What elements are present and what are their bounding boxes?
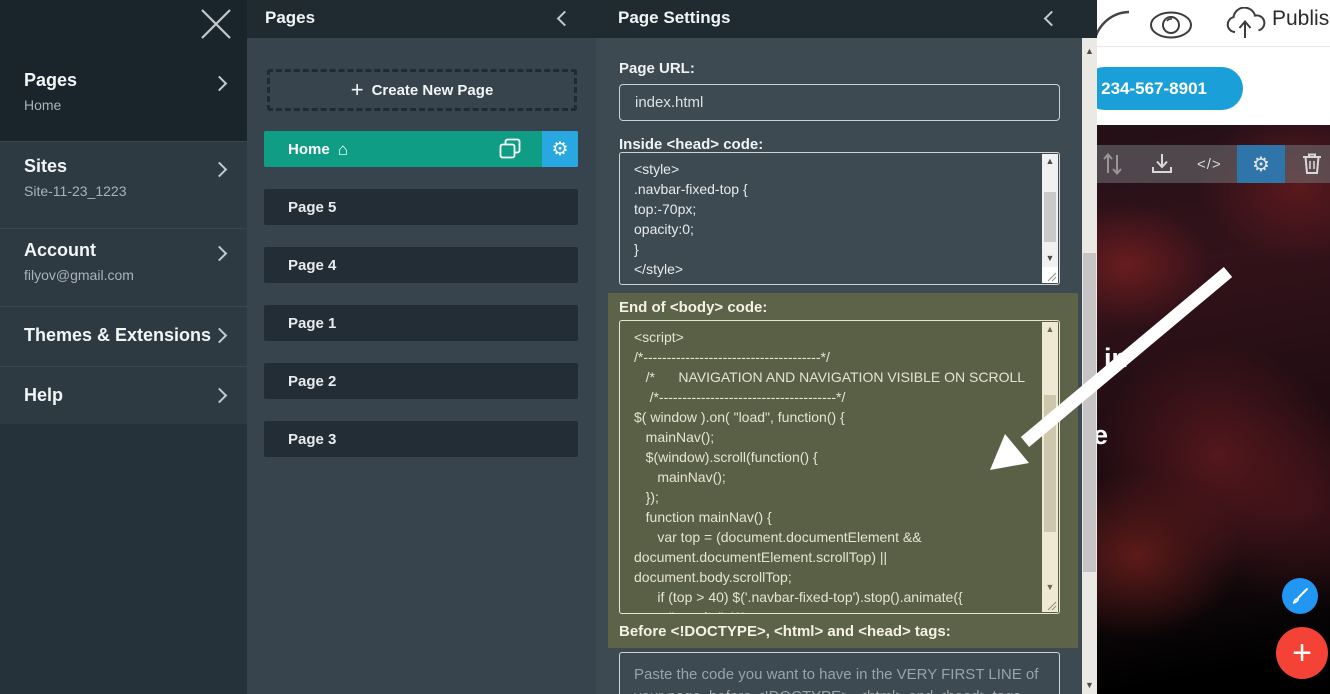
page-row[interactable]: Page 5 — [264, 189, 578, 225]
page-url-value: index.html — [635, 94, 703, 111]
divider — [0, 306, 247, 307]
page-row[interactable]: Page 3 — [264, 421, 578, 457]
divider — [0, 366, 247, 367]
add-block-button[interactable]: + — [1276, 627, 1328, 679]
undo-arc-icon[interactable] — [1097, 6, 1131, 48]
scroll-up-icon[interactable]: ▲ — [1042, 154, 1058, 168]
paintbrush-icon — [1290, 586, 1310, 606]
sidebar-item-sublabel: Home — [24, 97, 247, 113]
gear-icon: ⚙ — [551, 138, 568, 161]
collapse-panel-icon[interactable] — [1044, 11, 1060, 27]
sidebar-item-themes-extensions[interactable]: Themes & Extensions — [0, 325, 247, 346]
move-block-icon[interactable] — [1099, 151, 1125, 177]
pages-panel-header: Pages — [247, 0, 596, 38]
settings-panel-header: Page Settings — [596, 0, 1097, 38]
pages-panel: Pages + Create New Page Home ⌂ ⚙ Page 5 … — [247, 0, 596, 694]
page-row-label: Page 2 — [288, 373, 336, 390]
block-toolbar: </> ⚙ — [1097, 145, 1330, 183]
page-row-label: Page 3 — [288, 431, 336, 448]
body-code-content: <script> /*-----------------------------… — [620, 321, 1059, 614]
phone-number-label: 234-567-8901 — [1101, 79, 1207, 99]
panel-scrollbar[interactable]: ▲ ▼ — [1082, 38, 1097, 694]
edit-style-button[interactable] — [1282, 578, 1318, 614]
doctype-placeholder: Paste the code you want to have in the V… — [620, 653, 1059, 694]
textarea-scrollbar[interactable]: ▲ ▼ — [1042, 322, 1058, 612]
create-new-page-label: Create New Page — [372, 82, 494, 99]
doctype-code-label: Before <!DOCTYPE>, <html> and <head> tag… — [619, 623, 951, 640]
clipped-heading-fragment: e — [1097, 420, 1108, 451]
page-url-label: Page URL: — [619, 60, 695, 77]
sidebar-item-account[interactable]: Account filyov@gmail.com — [0, 240, 247, 283]
sidebar-item-sites[interactable]: Sites Site-11-23_1223 — [0, 156, 247, 199]
page-row-label: Page 1 — [288, 315, 336, 332]
close-icon[interactable] — [196, 4, 236, 44]
textarea-scrollbar[interactable]: ▲ ▼ — [1042, 154, 1058, 283]
scroll-down-icon[interactable]: ▼ — [1082, 678, 1097, 692]
page-row[interactable]: Page 1 — [264, 305, 578, 341]
page-row-label: Page 4 — [288, 257, 336, 274]
resize-handle[interactable] — [1042, 267, 1058, 283]
doctype-code-textarea[interactable]: Paste the code you want to have in the V… — [619, 652, 1060, 694]
page-row[interactable]: Page 2 — [264, 363, 578, 399]
pages-panel-title: Pages — [265, 8, 315, 28]
publish-button[interactable]: Publish — [1272, 7, 1330, 31]
collapse-panel-icon[interactable] — [557, 11, 573, 27]
clipped-heading-fragment: in — [1104, 343, 1128, 374]
sidebar-footer — [0, 424, 247, 694]
publish-cloud-icon[interactable] — [1223, 7, 1267, 41]
save-block-icon[interactable] — [1149, 151, 1175, 177]
page-url-input[interactable]: index.html — [619, 84, 1060, 121]
head-code-textarea[interactable]: <style> .navbar-fixed-top { top:-70px; o… — [619, 152, 1060, 285]
preview-eye-icon[interactable] — [1148, 11, 1194, 39]
scrollbar-thumb[interactable] — [1044, 395, 1056, 532]
body-code-label: End of <body> code: — [619, 299, 767, 316]
divider — [0, 141, 247, 142]
home-icon: ⌂ — [338, 141, 348, 158]
highlighted-section: End of <body> code: <script> /*---------… — [608, 293, 1078, 648]
code-editor-icon[interactable]: </> — [1197, 156, 1222, 173]
page-row-label: Home — [288, 141, 330, 158]
page-row-label: Page 5 — [288, 199, 336, 216]
plus-icon: + — [1292, 634, 1312, 673]
divider — [0, 228, 247, 229]
scroll-down-icon[interactable]: ▼ — [1042, 580, 1058, 594]
scrollbar-thumb[interactable] — [1044, 192, 1056, 242]
scroll-down-icon[interactable]: ▼ — [1042, 251, 1058, 265]
gear-icon: ⚙ — [1252, 152, 1270, 177]
body-code-textarea[interactable]: <script> /*-----------------------------… — [619, 320, 1060, 614]
page-row[interactable]: Page 4 — [264, 247, 578, 283]
scroll-up-icon[interactable]: ▲ — [1082, 44, 1097, 58]
app-topbar: Publish — [1097, 0, 1330, 47]
duplicate-page-icon[interactable] — [498, 138, 522, 160]
editor-canvas: Publish 234-567-8901 in e </> ⚙ — [1097, 0, 1330, 694]
resize-handle[interactable] — [1042, 596, 1058, 612]
block-settings-button[interactable]: ⚙ — [1237, 145, 1285, 183]
scrollbar-thumb[interactable] — [1083, 253, 1096, 572]
plus-icon: + — [351, 81, 364, 99]
page-settings-panel: Page Settings Page URL: index.html Insid… — [596, 0, 1097, 694]
create-new-page-button[interactable]: + Create New Page — [267, 69, 577, 111]
main-sidebar: Pages Home Sites Site-11-23_1223 Account… — [0, 0, 247, 694]
sidebar-item-pages[interactable]: Pages Home — [0, 70, 247, 113]
page-settings-button[interactable]: ⚙ — [542, 131, 578, 167]
sidebar-item-sublabel: filyov@gmail.com — [24, 267, 247, 283]
sidebar-item-sublabel: Site-11-23_1223 — [24, 183, 247, 199]
page-row-home-active[interactable]: Home ⌂ ⚙ — [264, 131, 578, 167]
head-code-content: <style> .navbar-fixed-top { top:-70px; o… — [620, 153, 1059, 285]
head-code-label: Inside <head> code: — [619, 136, 763, 153]
sidebar-item-help[interactable]: Help — [0, 385, 247, 406]
scroll-up-icon[interactable]: ▲ — [1042, 322, 1058, 336]
settings-panel-title: Page Settings — [618, 8, 730, 28]
phone-number-button[interactable]: 234-567-8901 — [1097, 67, 1243, 110]
delete-block-icon[interactable] — [1300, 151, 1324, 177]
